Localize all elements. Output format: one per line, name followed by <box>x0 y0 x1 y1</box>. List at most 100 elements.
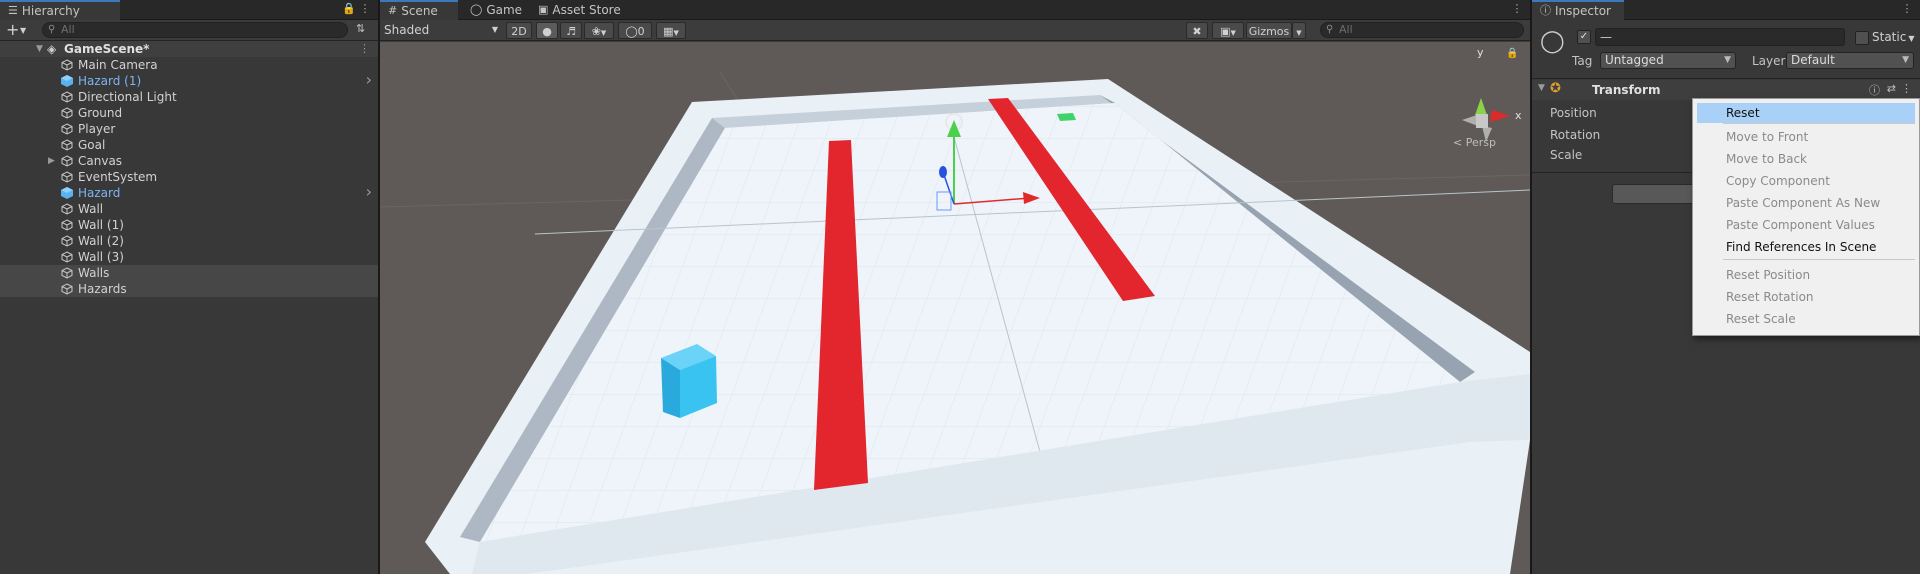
tab-asset-store[interactable]: ▣ Asset Store <box>530 0 629 20</box>
context-menu-item[interactable]: Copy Component <box>1693 171 1919 191</box>
lighting-toggle-button[interactable]: ● <box>536 22 558 39</box>
perspective-toggle[interactable]: < Persp <box>1453 136 1496 149</box>
hierarchy-item[interactable]: Hazard › <box>0 184 378 201</box>
context-menu-item[interactable]: Paste Component Values <box>1693 215 1919 235</box>
context-menu-item[interactable]: Reset Scale <box>1693 309 1919 329</box>
hierarchy-item-label: Hazard (1) <box>78 74 142 88</box>
context-menu-item[interactable]: Paste Component As New <box>1693 193 1919 213</box>
context-menu-item[interactable]: Reset Position <box>1693 265 1919 285</box>
context-menu-item[interactable]: Reset Rotation <box>1693 287 1919 307</box>
hierarchy-tab-icon: ☰ <box>8 4 18 17</box>
gameobject-icon[interactable]: ◯ <box>1540 28 1570 58</box>
hierarchy-item[interactable]: Wall (2) <box>0 233 378 249</box>
speaker-icon: ♬ <box>566 25 576 38</box>
open-prefab-icon[interactable]: › <box>366 72 372 88</box>
light-bulb-icon: ● <box>542 25 552 38</box>
gizmos-button[interactable]: Gizmos <box>1246 22 1292 39</box>
hierarchy-search-input[interactable]: ⚲ All <box>42 22 348 38</box>
toggle-2d-button[interactable]: 2D <box>506 22 532 39</box>
chevron-down-icon: ▼ <box>673 29 679 37</box>
hidden-objects-toggle[interactable]: ◯0 <box>618 22 652 39</box>
hierarchy-item[interactable]: Hazard (1) › <box>0 72 378 89</box>
scene-lock-icon[interactable]: 🔒 <box>1506 47 1518 59</box>
chevron-down-icon: ▼ <box>600 29 607 37</box>
grid-dropdown-button[interactable]: ▦▼ <box>656 22 686 39</box>
scene-kebab-menu-icon[interactable]: ⋮ <box>1510 2 1524 16</box>
chevron-down-icon: ▼ <box>1908 34 1915 43</box>
hierarchy-search-placeholder: All <box>61 23 75 36</box>
audio-toggle-button[interactable]: ♬ <box>560 22 582 39</box>
sort-icon[interactable]: ⇅ <box>356 22 372 38</box>
foldout-expanded-icon[interactable]: ▼ <box>36 41 43 57</box>
foldout-expanded-icon[interactable]: ▼ <box>1538 83 1545 93</box>
hierarchy-item[interactable]: Main Camera <box>0 57 378 73</box>
tab-scene[interactable]: # Scene <box>380 0 458 20</box>
tab-hierarchy[interactable]: ☰ Hierarchy <box>0 0 120 20</box>
chevron-down-icon: ▼ <box>20 26 27 35</box>
position-label: Position <box>1550 106 1597 120</box>
foldout-collapsed-icon[interactable]: ▶ <box>48 153 55 169</box>
camera-dropdown-button[interactable]: ▣▼ <box>1212 22 1244 39</box>
kebab-menu-icon[interactable]: ⋮ <box>358 2 372 16</box>
static-dropdown[interactable]: Static ▼ <box>1872 29 1914 47</box>
static-checkbox[interactable] <box>1855 31 1869 45</box>
hierarchy-item-label: Wall (1) <box>78 218 124 232</box>
tag-dropdown[interactable]: Untagged ▼ <box>1600 52 1736 69</box>
component-context-menu: Reset Move to Front Move to Back Copy Compo… <box>1692 98 1920 336</box>
hierarchy-item[interactable]: EventSystem <box>0 169 378 185</box>
scene-root-row[interactable]: ▼ ◈ GameScene* ⋮ <box>0 41 378 57</box>
chevron-down-icon: ▼ <box>1902 55 1909 65</box>
hierarchy-item[interactable]: Wall (1) <box>0 217 378 233</box>
scene-tabbar: # Scene ◯ Game ▣ Asset Store ⋮ <box>380 0 1530 20</box>
tab-game[interactable]: ◯ Game <box>462 0 530 20</box>
gizmos-label: Gizmos <box>1248 25 1290 38</box>
component-menu-icon[interactable]: ⋮ <box>1901 82 1912 95</box>
context-menu-item[interactable]: Reset <box>1697 103 1915 123</box>
scene-viewport[interactable]: y x 🔒 < Persp <box>380 42 1530 574</box>
add-object-button[interactable]: + ▼ <box>6 21 32 39</box>
gameobject-cube-icon <box>61 171 73 183</box>
inspector-kebab-menu-icon[interactable]: ⋮ <box>1900 2 1914 16</box>
hierarchy-item[interactable]: Wall (3) <box>0 249 378 265</box>
hierarchy-tabbar: ☰ Hierarchy 🔒 ⋮ <box>0 0 378 20</box>
transform-header[interactable]: ▼ ✪ Transform ⓘ ⇄ ⋮ <box>1532 80 1920 100</box>
gizmos-dropdown-arrow[interactable]: ▼ <box>1292 22 1306 39</box>
hierarchy-item[interactable]: ▶ Canvas <box>0 153 378 169</box>
tab-inspector[interactable]: ⓘ Inspector <box>1532 0 1624 20</box>
hierarchy-item[interactable]: Walls <box>0 265 378 281</box>
layer-label: Layer <box>1752 54 1786 68</box>
active-checkbox[interactable]: ✓ <box>1577 30 1591 44</box>
context-menu-item[interactable]: Move to Back <box>1693 149 1919 169</box>
scene-view-canvas[interactable]: y x 🔒 < Persp <box>380 42 1530 574</box>
hierarchy-item-label: Hazards <box>78 282 127 296</box>
help-icon[interactable]: ⓘ <box>1869 82 1880 98</box>
open-prefab-icon[interactable]: › <box>366 184 372 200</box>
tag-value: Untagged <box>1605 53 1664 67</box>
hierarchy-item[interactable]: Goal <box>0 137 378 153</box>
context-menu-item[interactable]: Find References In Scene <box>1693 237 1919 257</box>
scene-search-input[interactable]: ⚲ All <box>1320 22 1524 38</box>
hierarchy-item-label: Ground <box>78 106 123 120</box>
menu-separator <box>1723 123 1915 124</box>
game-controller-icon: ◯ <box>470 3 483 16</box>
asset-store-tab-label: Asset Store <box>552 3 621 17</box>
preset-icon[interactable]: ⇄ <box>1887 82 1896 95</box>
hierarchy-item[interactable]: Directional Light <box>0 89 378 105</box>
hierarchy-item[interactable]: Ground <box>0 105 378 121</box>
move-gizmo-z-handle[interactable] <box>939 166 947 178</box>
hierarchy-item-label: EventSystem <box>78 170 158 184</box>
hierarchy-item[interactable]: Wall <box>0 201 378 217</box>
hierarchy-item[interactable]: Hazards <box>0 281 378 297</box>
effects-dropdown-button[interactable]: ❀▼ <box>584 22 614 39</box>
context-menu-item[interactable]: Move to Front <box>1693 127 1919 147</box>
shading-mode-dropdown[interactable]: Shaded ▼ <box>384 21 502 39</box>
object-name-field[interactable]: — <box>1595 28 1845 46</box>
hierarchy-item[interactable]: Player <box>0 121 378 137</box>
menu-separator <box>1723 259 1915 260</box>
lock-icon[interactable]: 🔒 <box>342 2 356 16</box>
goal-object <box>1057 113 1076 121</box>
tools-button[interactable]: ✖ <box>1186 22 1208 39</box>
scene-tab-label: Scene <box>401 4 438 18</box>
scene-menu-icon[interactable]: ⋮ <box>359 41 370 57</box>
layer-dropdown[interactable]: Default ▼ <box>1786 52 1914 69</box>
